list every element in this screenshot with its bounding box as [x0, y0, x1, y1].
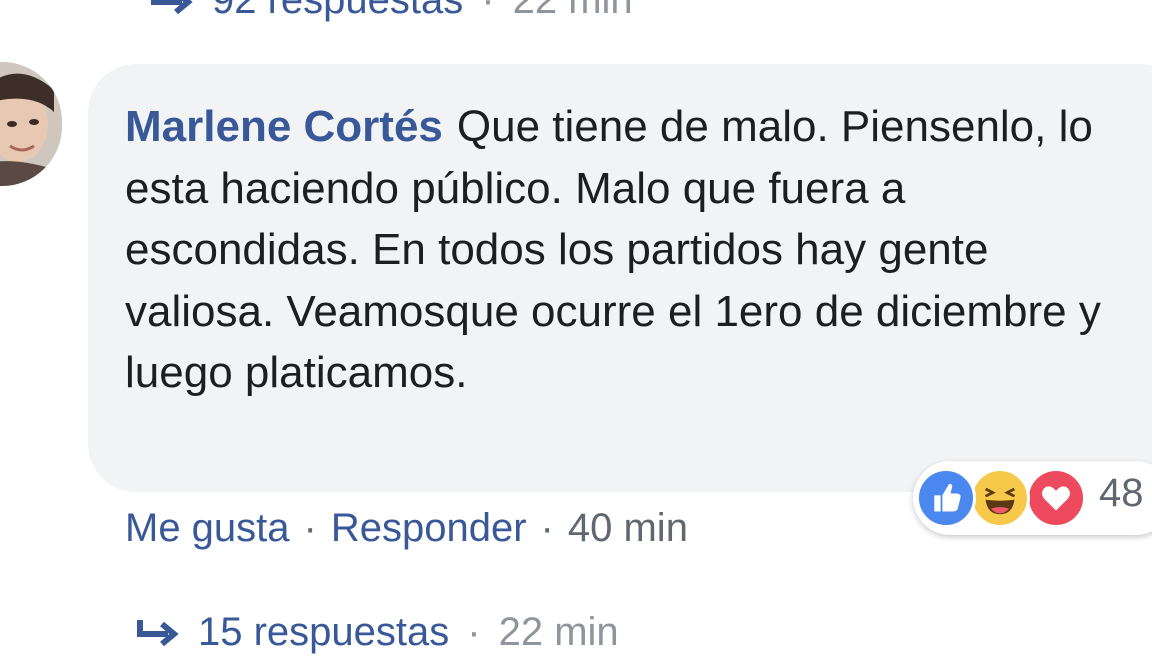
reactions-summary[interactable]: 48 — [913, 461, 1152, 535]
reaction-count: 48 — [1099, 471, 1144, 515]
replies-row: 15 respuestas · 22 min — [136, 606, 619, 658]
comment-timestamp[interactable]: 40 min — [568, 506, 688, 551]
reply-arrow-icon — [150, 0, 194, 17]
separator-dot: · — [303, 505, 317, 550]
avatar[interactable] — [0, 62, 62, 186]
previous-replies-link[interactable]: 92 respuestas — [212, 0, 463, 23]
comment-author-link[interactable]: Marlene Cortés — [125, 102, 443, 151]
like-icon — [916, 468, 976, 528]
previous-replies-time: 22 min — [513, 0, 633, 23]
separator-dot: · — [481, 0, 494, 23]
haha-icon — [970, 468, 1030, 528]
comment-actions: Me gusta · Responder · 40 min — [125, 500, 688, 556]
comment-body: Marlene Cortés Que tiene de malo. Piensen… — [125, 96, 1115, 404]
previous-replies-row: 92 respuestas · 22 min — [150, 0, 633, 26]
love-icon — [1026, 468, 1086, 528]
reply-button[interactable]: Responder — [331, 506, 527, 551]
like-button[interactable]: Me gusta — [125, 506, 290, 551]
separator-dot: · — [540, 505, 554, 550]
reply-arrow-icon — [136, 615, 180, 649]
